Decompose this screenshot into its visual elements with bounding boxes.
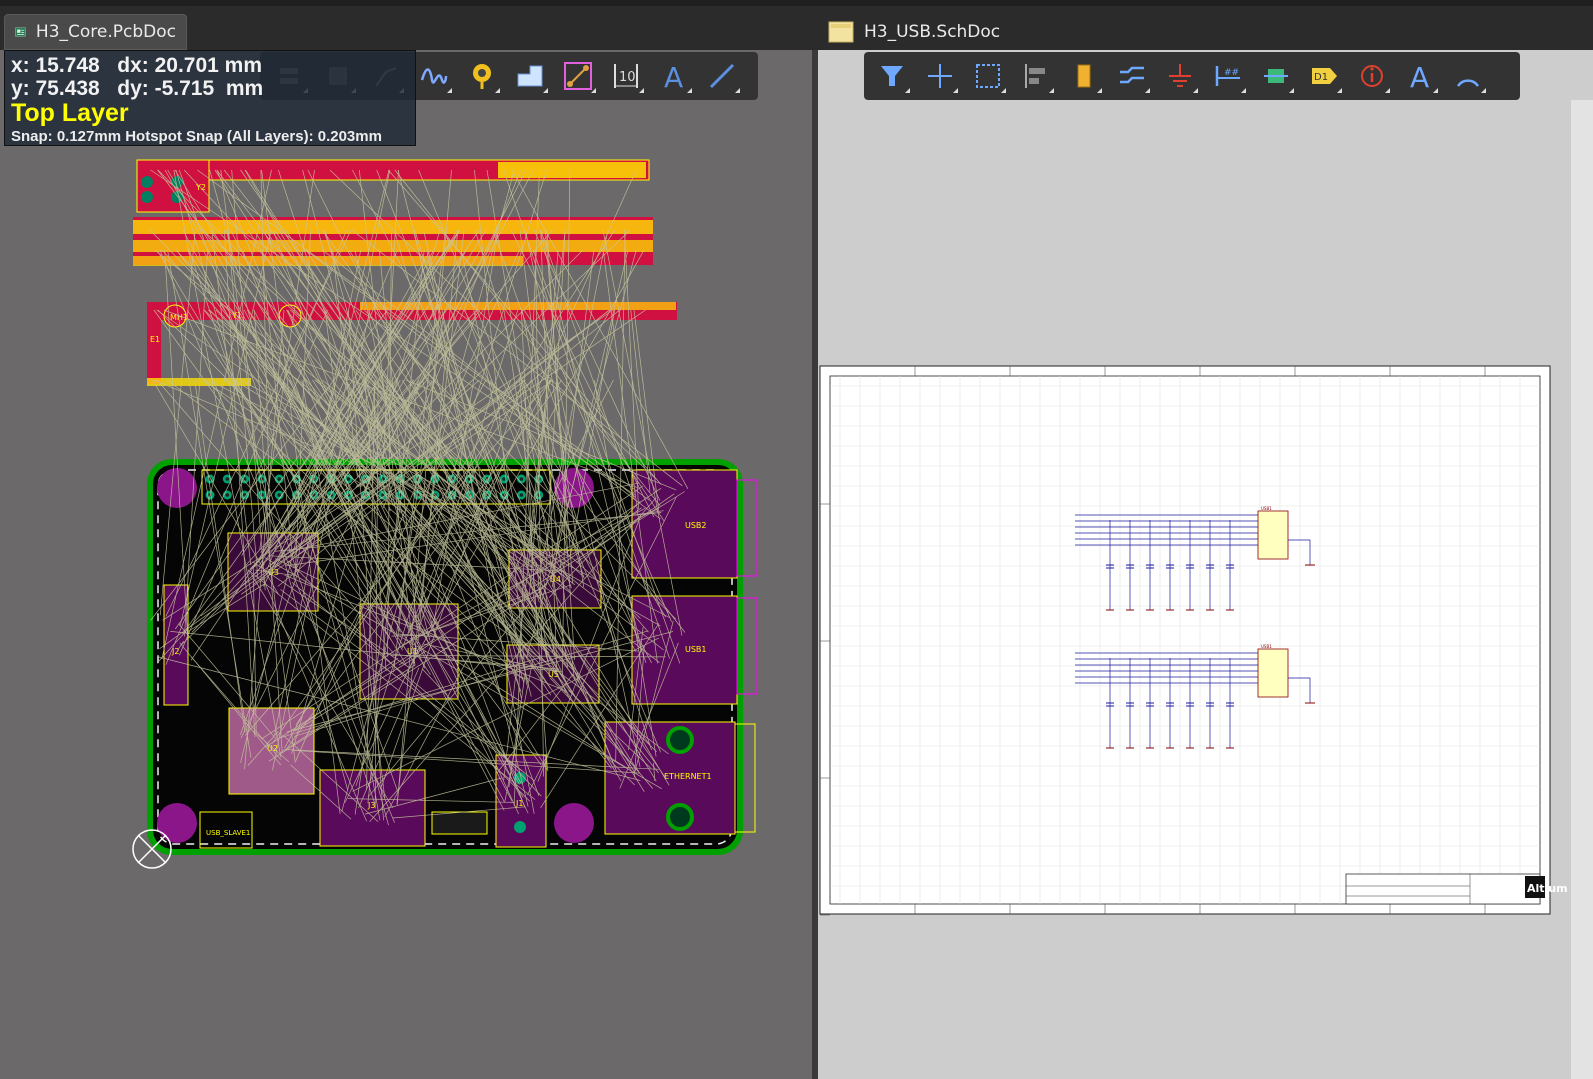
text-icon: A [664, 62, 683, 90]
schematic-editor-canvas[interactable]: ## D1 A Altium USB1 USB1 [818, 50, 1593, 1079]
text-button[interactable]: A [650, 54, 698, 98]
place-line-button[interactable] [554, 54, 602, 98]
hud-dy: dy: -5.715 mm [117, 77, 264, 100]
hud-y: y: 75.438 [11, 77, 100, 100]
heads-up-display: x: 15.748 dx: 20.701 mm y: 75.438 dy: -5… [4, 50, 416, 146]
place-line-icon [564, 62, 592, 90]
tab-label: H3_USB.SchDoc [864, 22, 1001, 42]
tab-schematic-document[interactable]: H3_USB.SchDoc [818, 14, 1010, 50]
svg-text:A: A [664, 62, 683, 90]
place-track-button[interactable] [698, 54, 746, 98]
dimension-icon: 10 [614, 64, 638, 88]
document-tab-bar: H3_Core.PcbDoc H3_USB.SchDoc [0, 0, 1593, 50]
length-tuning-button[interactable] [410, 54, 458, 98]
hud-snap-info: Snap: 0.127mm Hotspot Snap (All Layers):… [11, 128, 382, 145]
j2-label: J2 [171, 647, 179, 656]
schematic-sheet: Altium USB1 USB1 [819, 365, 1581, 916]
place-via-button[interactable] [458, 54, 506, 98]
hud-x: x: 15.748 [11, 54, 100, 77]
place-track-icon [709, 63, 735, 89]
interactive-length-tuning-icon [420, 68, 448, 84]
tab-pcb-document[interactable]: H3_Core.PcbDoc [4, 14, 187, 50]
usb2-label: USB2 [685, 521, 707, 530]
place-polygon-button[interactable] [506, 54, 554, 98]
hud-current-layer: Top Layer [11, 99, 129, 127]
svg-text:10: 10 [619, 70, 636, 85]
place-via-icon [473, 64, 491, 89]
altium-logo: Altium [1527, 882, 1568, 895]
e1-label: E1 [150, 335, 160, 344]
vertical-scrollbar[interactable] [1571, 100, 1593, 1079]
usb-slave-label: USB_SLAVE1 [206, 829, 250, 837]
pcb-layout[interactable]: MH1 E1 Y1 Y2 [0, 50, 812, 1079]
tab-label: H3_Core.PcbDoc [35, 22, 176, 42]
pcb-editor-canvas[interactable]: MH1 E1 Y1 Y2 [0, 50, 812, 1079]
usb-hub-part-label-2: USB1 [1261, 644, 1272, 649]
hud-dx: dx: 20.701 mm [117, 54, 263, 77]
dimension-button[interactable]: 10 [602, 54, 650, 98]
usb1-label: USB1 [685, 645, 707, 654]
place-polygon-icon [517, 65, 543, 87]
schematic-document-icon [828, 21, 854, 43]
usb-hub-part-label: USB1 [1261, 506, 1272, 511]
pcb-document-icon [15, 27, 26, 37]
ethernet-label: ETHERNET1 [664, 772, 712, 781]
